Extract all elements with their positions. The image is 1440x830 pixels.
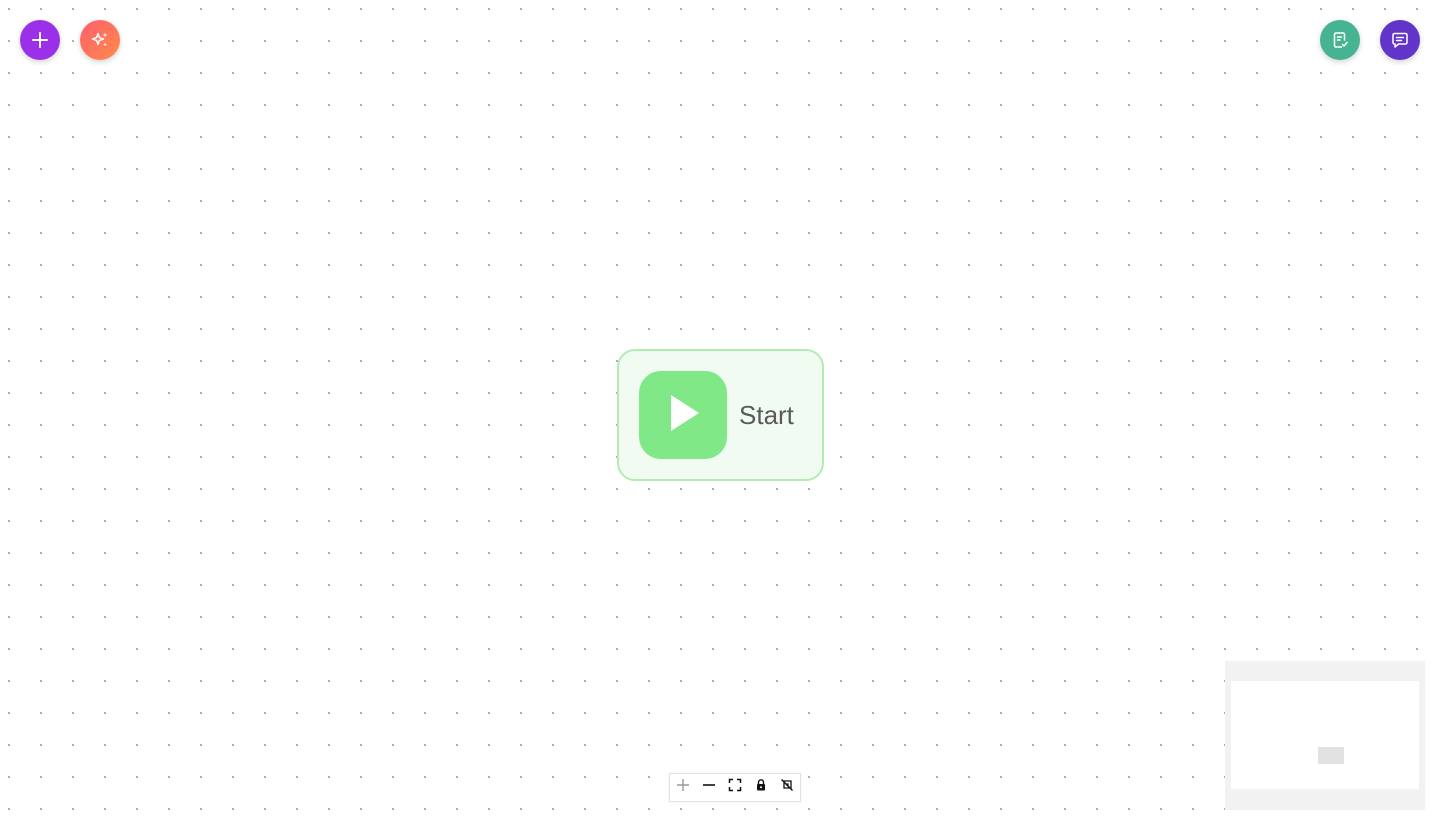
minimap-viewport[interactable] — [1231, 681, 1419, 789]
fit-view-icon — [728, 778, 742, 797]
clipboard-check-icon — [1330, 30, 1350, 50]
plus-icon — [30, 30, 50, 50]
fit-view-button[interactable] — [722, 774, 748, 801]
minus-icon — [702, 778, 716, 797]
sparkles-icon — [90, 30, 110, 50]
zoom-out-button[interactable] — [696, 774, 722, 801]
chat-button[interactable] — [1380, 20, 1420, 60]
start-icon-box — [639, 371, 727, 459]
lock-button[interactable] — [748, 774, 774, 801]
plus-icon — [676, 778, 690, 797]
chat-bubble-icon — [1390, 30, 1410, 50]
add-node-button[interactable] — [20, 20, 60, 60]
flow-canvas[interactable]: Start — [0, 0, 1440, 830]
play-icon — [663, 391, 703, 440]
start-node-label: Start — [739, 399, 794, 430]
minimap[interactable] — [1225, 661, 1425, 810]
checklist-button[interactable] — [1320, 20, 1360, 60]
interactivity-toggle-button[interactable] — [774, 774, 800, 801]
canvas-controls — [669, 773, 801, 802]
lock-icon — [754, 778, 768, 797]
start-node[interactable]: Start — [617, 349, 824, 481]
disabled-interaction-icon — [780, 778, 794, 797]
minimap-node — [1318, 747, 1344, 764]
ai-assistant-button[interactable] — [80, 20, 120, 60]
zoom-in-button[interactable] — [670, 774, 696, 801]
